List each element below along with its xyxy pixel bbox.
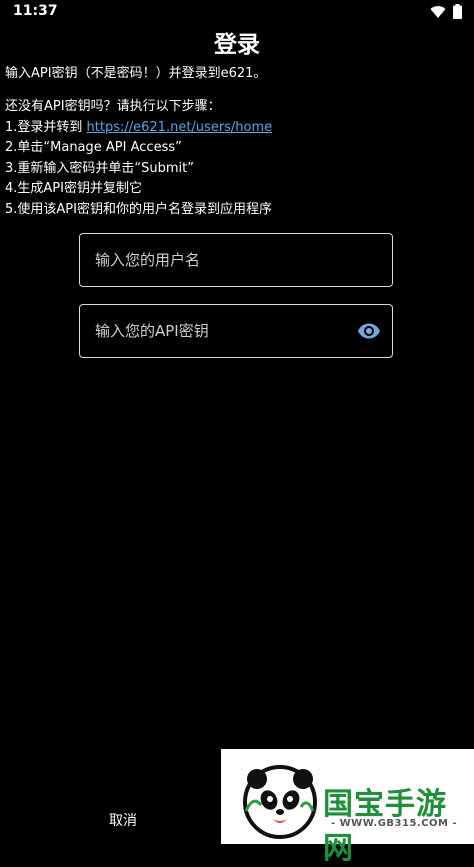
watermark-url: - WWW.GB315.COM - xyxy=(331,818,458,829)
intro-text: 输入API密钥（不是密码！）并登录到e621。 xyxy=(5,66,267,81)
steps-instructions: 还没有API密钥吗？请执行以下步骤： 1.登录并转到 https://e621.… xyxy=(5,97,272,220)
eye-icon[interactable] xyxy=(357,319,381,343)
step-3: 3.重新输入密码并单击“Submit” xyxy=(5,160,194,176)
status-time: 11:37 xyxy=(13,3,58,19)
apikey-field[interactable] xyxy=(79,304,393,358)
steps-heading: 还没有API密钥吗？请执行以下步骤： xyxy=(5,99,221,114)
apikey-input[interactable] xyxy=(80,305,392,357)
username-input[interactable] xyxy=(80,234,392,286)
wifi-icon xyxy=(430,5,446,18)
step-5: 5.使用该API密钥和你的用户名登录到应用程序 xyxy=(5,201,272,217)
step-1: 1.登录并转到 https://e621.net/users/home xyxy=(5,118,272,139)
page-title: 登录 xyxy=(214,32,260,58)
e621-users-home-link[interactable]: https://e621.net/users/home xyxy=(87,120,273,135)
watermark: 国宝手游网 - WWW.GB315.COM - xyxy=(221,749,474,866)
panda-logo-icon xyxy=(243,765,317,839)
battery-icon xyxy=(453,4,462,19)
step-4: 4.生成API密钥并复制它 xyxy=(5,181,142,196)
step-1-text: 1.登录并转到 xyxy=(5,119,87,135)
status-bar: 11:37 xyxy=(0,0,474,24)
cancel-button[interactable]: 取消 xyxy=(87,810,159,830)
status-icons xyxy=(430,4,462,19)
step-2: 2.单击“Manage API Access” xyxy=(5,140,182,155)
username-field[interactable] xyxy=(79,233,393,287)
